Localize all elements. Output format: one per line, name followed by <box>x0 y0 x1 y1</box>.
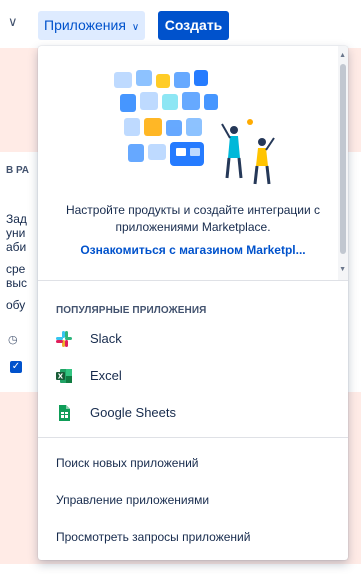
background-text-line: сре <box>6 262 26 276</box>
app-label-excel: Excel <box>90 368 122 383</box>
background-text-line: обу <box>6 298 26 312</box>
popular-apps-heading: ПОПУЛЯРНЫЕ ПРИЛОЖЕНИЯ <box>56 305 207 316</box>
google-sheets-icon <box>59 405 70 421</box>
scroll-up-arrow-icon[interactable]: ▲ <box>339 52 346 59</box>
apps-dropdown-menu: Настройте продукты и создайте интеграции… <box>38 46 348 560</box>
clock-icon: ◷ <box>8 334 18 346</box>
scroll-down-arrow-icon[interactable]: ▼ <box>339 266 346 273</box>
previous-nav-chevron-icon[interactable]: ∨ <box>8 14 18 30</box>
app-label-slack: Slack <box>90 331 122 346</box>
divider <box>38 280 348 281</box>
marketplace-promo: Настройте продукты и создайте интеграции… <box>38 46 348 280</box>
promo-scrollbar[interactable]: ▲ ▼ <box>338 46 348 280</box>
background-column-label: В РА <box>6 165 30 176</box>
view-app-requests-link[interactable]: Просмотреть запросы приложений <box>56 530 250 544</box>
apps-nav-button[interactable]: Приложения ∨ <box>38 11 146 40</box>
scroll-thumb[interactable] <box>340 64 346 254</box>
checkbox-icon[interactable]: ✓ <box>10 361 22 373</box>
app-item-slack[interactable]: Slack <box>38 322 348 356</box>
background-text-line: выс <box>6 276 27 290</box>
background-text-line: аби <box>6 240 27 254</box>
top-navigation: ∨ Приложения ∨ Создать <box>0 0 361 48</box>
divider <box>38 437 348 438</box>
marketplace-link[interactable]: Ознакомиться с магазином Marketpl... <box>52 243 334 257</box>
slack-icon <box>56 331 72 347</box>
marketplace-promo-text: Настройте продукты и создайте интеграции… <box>65 203 321 234</box>
background-text-line: уни <box>6 226 26 240</box>
background-text-line: Зад <box>6 212 27 226</box>
apps-nav-label: Приложения <box>44 17 126 33</box>
marketplace-illustration-icon <box>114 70 275 185</box>
app-item-google-sheets[interactable]: Google Sheets <box>38 396 348 430</box>
app-label-google-sheets: Google Sheets <box>90 405 177 420</box>
chevron-down-icon: ∨ <box>131 22 140 33</box>
manage-apps-link[interactable]: Управление приложениями <box>56 493 209 507</box>
create-button[interactable]: Создать <box>158 11 229 40</box>
excel-icon: X <box>56 369 72 383</box>
find-new-apps-link[interactable]: Поиск новых приложений <box>56 456 199 470</box>
app-item-excel[interactable]: X Excel <box>38 359 348 393</box>
svg-text:X: X <box>58 373 64 381</box>
